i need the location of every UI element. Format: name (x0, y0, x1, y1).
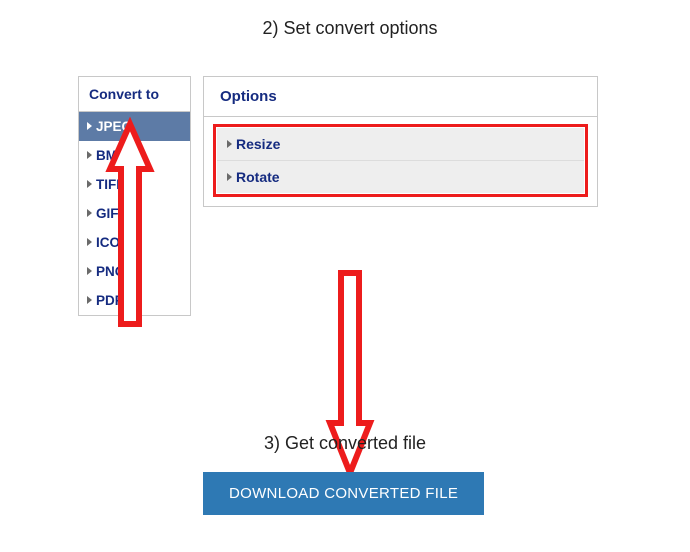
option-row-label: Resize (236, 136, 280, 152)
sidebar-item-label: PNG (96, 264, 125, 279)
sidebar-item-label: ICO (96, 235, 120, 250)
chevron-right-icon (87, 267, 92, 275)
chevron-right-icon (87, 122, 92, 130)
chevron-right-icon (87, 238, 92, 246)
options-panel: Options Resize Rotate (203, 76, 598, 207)
option-row-resize[interactable]: Resize (217, 128, 584, 160)
sidebar-header: Convert to (79, 77, 190, 112)
option-row-rotate[interactable]: Rotate (217, 160, 584, 193)
convert-to-sidebar: Convert to JPEG BMP TIFF GIF ICO PNG PDF (78, 76, 191, 316)
chevron-right-icon (87, 151, 92, 159)
chevron-right-icon (87, 209, 92, 217)
step-2-title: 2) Set convert options (225, 18, 475, 39)
download-button[interactable]: DOWNLOAD CONVERTED FILE (203, 472, 484, 515)
sidebar-item-label: PDF (96, 293, 123, 308)
sidebar-item-pdf[interactable]: PDF (79, 286, 190, 315)
chevron-right-icon (227, 173, 232, 181)
chevron-right-icon (87, 296, 92, 304)
highlight-box-options: Resize Rotate (213, 124, 588, 197)
sidebar-item-bmp[interactable]: BMP (79, 141, 190, 170)
chevron-right-icon (227, 140, 232, 148)
sidebar-item-ico[interactable]: ICO (79, 228, 190, 257)
sidebar-item-label: TIFF (96, 177, 125, 192)
sidebar-item-label: JPEG (96, 119, 132, 134)
options-header: Options (204, 77, 597, 117)
step-3-title: 3) Get converted file (0, 433, 690, 454)
option-row-label: Rotate (236, 169, 280, 185)
sidebar-item-png[interactable]: PNG (79, 257, 190, 286)
sidebar-item-gif[interactable]: GIF (79, 199, 190, 228)
sidebar-item-label: BMP (96, 148, 126, 163)
sidebar-item-jpeg[interactable]: JPEG (79, 112, 190, 141)
chevron-right-icon (87, 180, 92, 188)
sidebar-item-tiff[interactable]: TIFF (79, 170, 190, 199)
sidebar-item-label: GIF (96, 206, 119, 221)
